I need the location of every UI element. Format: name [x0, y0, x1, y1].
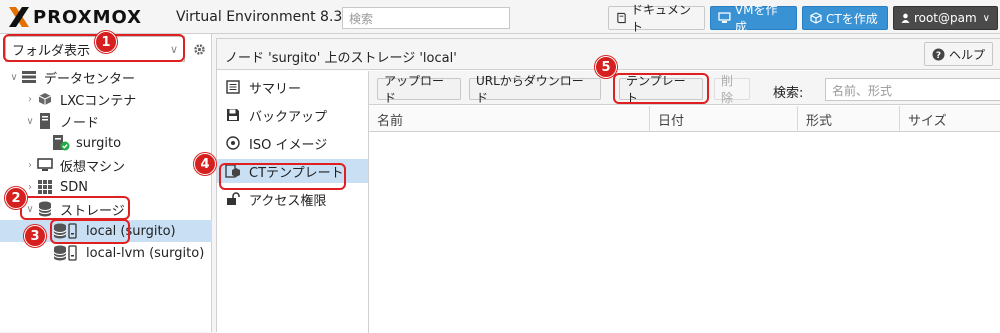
column-header-name[interactable]: 名前 — [369, 106, 650, 132]
top-bar: PROXMOX Virtual Environment 8.3.2 検索 ドキュ… — [0, 0, 1000, 34]
tree-item-lxc[interactable]: › LXCコンテナ — [0, 88, 212, 110]
tree-item-node-surgito[interactable]: surgito — [0, 132, 212, 154]
subnav-item-iso-images[interactable]: ISO イメージ — [217, 131, 368, 155]
subnav-label: ISO イメージ — [249, 137, 328, 153]
column-header-size[interactable]: サイズ — [900, 106, 1000, 132]
expand-arrow-icon[interactable]: ∨ — [8, 72, 20, 83]
monitor-icon — [718, 12, 731, 23]
template-search-input[interactable]: 名前、形式 — [825, 78, 1000, 101]
callout-box-1 — [3, 34, 185, 62]
storage-subnav: サマリー バックアップ ISO イメージ CTテンプレート アクセス権限 — [217, 71, 369, 333]
storage-icon — [52, 245, 80, 261]
search-label: 検索: — [773, 86, 804, 101]
user-icon — [901, 13, 910, 23]
column-header-format[interactable]: 形式 — [798, 106, 900, 132]
subnav-item-backup[interactable]: バックアップ — [217, 103, 368, 127]
gear-icon[interactable] — [190, 39, 208, 59]
callout-box-5 — [613, 73, 709, 104]
subnav-label: アクセス権限 — [249, 193, 327, 209]
tree-item-label: LXCコンテナ — [60, 93, 137, 109]
tree-item-datacenter[interactable]: ∨ データセンター — [0, 66, 212, 88]
column-header-date[interactable]: 日付 — [650, 106, 798, 132]
proxmox-logo[interactable]: PROXMOX — [8, 6, 142, 28]
help-label: ヘルプ — [948, 47, 985, 62]
create-vm-label: VMを作成 — [734, 3, 778, 34]
callout-box-2 — [20, 196, 130, 220]
tree-item-vms[interactable]: › 仮想マシン — [0, 154, 212, 176]
callout-number-5: 5 — [595, 56, 617, 78]
chevron-down-icon: ∨ — [982, 12, 990, 24]
global-search-input[interactable]: 検索 — [342, 7, 510, 29]
templates-grid-header: 名前 日付 形式 サイズ — [369, 106, 1000, 132]
disc-icon — [225, 135, 241, 151]
callout-number-3: 3 — [24, 225, 46, 247]
tree-item-label: 仮想マシン — [60, 159, 126, 175]
subnav-item-permissions[interactable]: アクセス権限 — [217, 187, 368, 211]
create-ct-button[interactable]: CTを作成 — [802, 6, 888, 30]
resource-tree-panel: フォルダ表示 ∨ ∨ データセンター › LXCコンテナ ∨ ノード surgi… — [0, 34, 212, 332]
collapsed-arrow-icon[interactable]: › — [24, 160, 36, 171]
subnav-label: サマリー — [249, 81, 302, 97]
callout-box-4 — [219, 163, 346, 190]
user-label: root@pam — [913, 11, 977, 25]
logo-text: PROXMOX — [33, 6, 143, 28]
tree-item-label: ノード — [60, 115, 100, 131]
delete-button[interactable]: 削除 — [714, 74, 750, 105]
user-menu-button[interactable]: root@pam ∨ — [893, 6, 998, 30]
tree-item-label: データセンター — [44, 71, 136, 87]
tree-item-nodes[interactable]: ∨ ノード — [0, 110, 212, 132]
summary-icon — [225, 79, 241, 95]
cube-icon — [810, 12, 822, 24]
collapsed-arrow-icon[interactable]: › — [24, 182, 36, 193]
datacenter-icon — [20, 69, 38, 85]
unlock-icon — [225, 191, 241, 207]
subnav-label: バックアップ — [249, 109, 328, 125]
grid-icon — [36, 179, 54, 195]
help-button[interactable]: ? ヘルプ — [924, 42, 993, 66]
documentation-label: ドキュメント — [631, 3, 692, 34]
documentation-button[interactable]: ドキュメント — [608, 3, 705, 34]
upload-button[interactable]: アップロード — [377, 74, 461, 105]
tree-item-label: local-lvm (surgito) — [86, 245, 205, 261]
subnav-item-summary[interactable]: サマリー — [217, 75, 368, 99]
version-label: Virtual Environment 8.3.2 — [176, 9, 356, 25]
templates-content: アップロード URLからダウンロード テンプレート 削除 検索: 名前、形式 名… — [369, 71, 1000, 333]
tree-item-label: SDN — [60, 179, 88, 195]
callout-number-4: 4 — [194, 153, 216, 175]
download-url-button[interactable]: URLからダウンロード — [469, 74, 601, 105]
page-title: ノード 'surgito' 上のストレージ 'local' — [225, 51, 457, 66]
book-icon — [617, 12, 626, 24]
svg-text:?: ? — [936, 51, 941, 61]
server-icon — [36, 113, 54, 129]
floppy-icon — [225, 107, 241, 123]
node-online-icon — [52, 135, 70, 151]
question-circle-icon: ? — [932, 48, 945, 61]
collapsed-arrow-icon[interactable]: › — [24, 94, 36, 105]
callout-box-3 — [50, 219, 130, 244]
tree-item-label: surgito — [76, 135, 122, 151]
cube-icon — [36, 91, 54, 107]
callout-number-2: 2 — [5, 187, 27, 209]
expand-arrow-icon[interactable]: ∨ — [24, 116, 36, 127]
tree-item-sdn[interactable]: › SDN — [0, 176, 212, 198]
create-vm-button[interactable]: VMを作成 — [710, 3, 797, 34]
proxmox-x-icon — [9, 7, 29, 27]
create-ct-label: CTを作成 — [826, 11, 878, 26]
callout-number-1: 1 — [95, 31, 117, 53]
monitor-icon — [36, 157, 54, 173]
